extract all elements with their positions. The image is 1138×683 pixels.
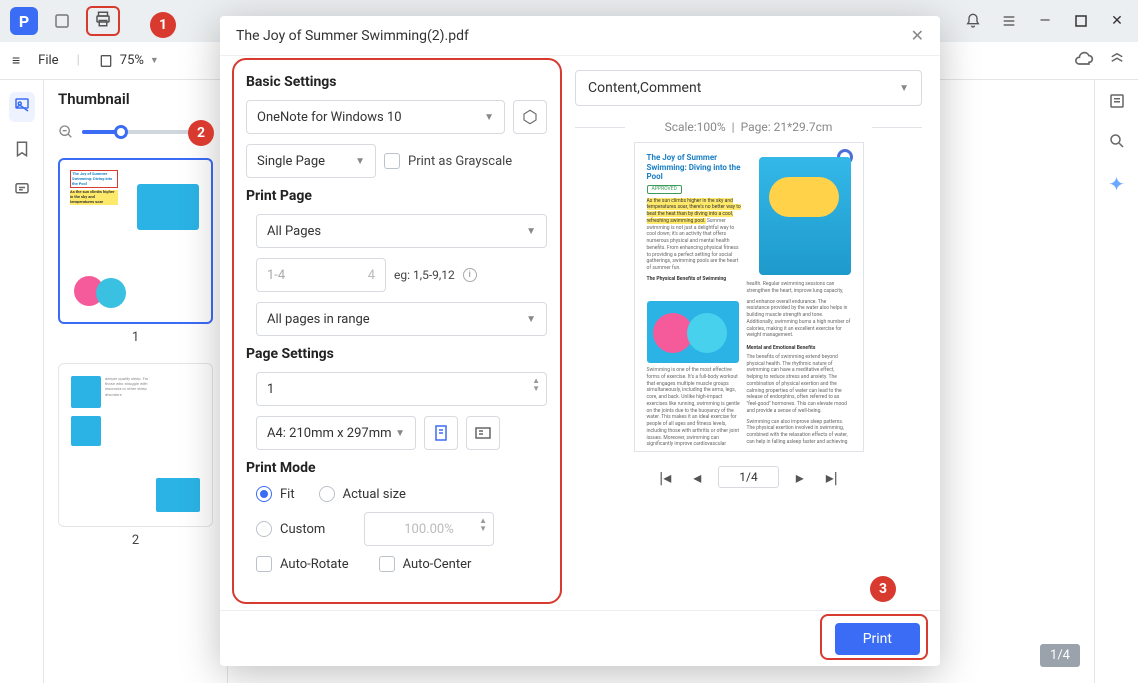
pager-prev-button[interactable]: ◂ <box>686 466 708 488</box>
print-dialog: The Joy of Summer Swimming(2).pdf ✕ Basi… <box>220 16 940 666</box>
ai-sparkle-icon[interactable]: ✦ <box>1108 172 1125 196</box>
orientation-portrait-button[interactable] <box>424 416 458 450</box>
page-settings-title: Page Settings <box>246 346 547 362</box>
auto-center-checkbox[interactable]: Auto-Center <box>379 556 472 572</box>
settings-column: Basic Settings OneNote for Windows 10▼ S… <box>220 56 565 610</box>
close-icon[interactable]: ✕ <box>911 26 924 45</box>
right-tool-rail: ✦ <box>1094 80 1138 683</box>
annotation-2: 2 <box>188 120 214 146</box>
properties-rail-icon[interactable] <box>1108 92 1126 114</box>
actual-size-radio[interactable]: Actual size <box>319 486 406 502</box>
dialog-footer: Print <box>220 610 940 666</box>
pager-count: 1/4 <box>718 466 778 488</box>
menu-icon[interactable] <box>998 10 1020 32</box>
file-menu[interactable]: File <box>38 53 58 68</box>
hamburger-icon[interactable]: ≡ <box>12 52 20 69</box>
left-tool-rail <box>0 80 44 683</box>
maximize-button[interactable] <box>1070 10 1092 32</box>
annotation-3: 3 <box>870 576 896 602</box>
copies-input[interactable]: 1 ▲▼ <box>256 372 547 406</box>
preview-page: The Joy of Summer Swimming: Diving into … <box>634 142 864 452</box>
page-range-input[interactable]: 1-4 4 <box>256 258 386 292</box>
preview-column: Content,Comment▼ Scale:100% | Page: 21*2… <box>565 56 940 610</box>
cloud-icon[interactable] <box>1074 49 1094 73</box>
pager-last-button[interactable]: ▸| <box>821 466 843 488</box>
print-page-title: Print Page <box>246 188 547 204</box>
search-rail-icon[interactable] <box>1108 132 1126 154</box>
page-range-example: eg: 1,5-9,12 <box>394 268 455 282</box>
pager-first-button[interactable]: |◂ <box>654 466 676 488</box>
page-range-select[interactable]: All Pages▼ <box>256 214 547 248</box>
printer-properties-button[interactable] <box>513 100 547 134</box>
bookmark-rail-icon[interactable] <box>13 140 31 162</box>
bell-icon[interactable] <box>962 10 984 32</box>
thumbnail-page-1[interactable]: The Joy of Summer Swimming: Diving into … <box>58 158 213 324</box>
custom-radio[interactable]: Custom <box>256 521 356 537</box>
grayscale-checkbox[interactable]: Print as Grayscale <box>384 153 512 169</box>
preview-content-select[interactable]: Content,Comment▼ <box>575 70 922 106</box>
page-view-select[interactable]: Single Page▼ <box>246 144 376 178</box>
close-window-button[interactable]: ✕ <box>1106 10 1128 32</box>
pool-image <box>759 157 851 275</box>
thumbnail-page-2[interactable]: deeper quality sleep. For those who stru… <box>58 363 213 527</box>
collapse-icon[interactable] <box>1108 50 1126 72</box>
info-icon[interactable]: i <box>463 268 477 282</box>
basic-settings-title: Basic Settings <box>246 74 547 90</box>
print-button[interactable]: Print <box>835 623 920 655</box>
thumbnail-2-label: 2 <box>58 533 213 548</box>
thumbnail-panel: Thumbnail The Joy of Summer Swimming: Di… <box>44 80 228 683</box>
pages-in-range-select[interactable]: All pages in range▼ <box>256 302 547 336</box>
comment-rail-icon[interactable] <box>13 180 31 202</box>
minimize-button[interactable]: — <box>1034 10 1056 32</box>
dialog-header: The Joy of Summer Swimming(2).pdf ✕ <box>220 16 940 56</box>
preview-pager: |◂ ◂ 1/4 ▸ ▸| <box>575 466 922 488</box>
rings-image <box>647 301 739 363</box>
scale-info: Scale:100% | Page: 21*29.7cm <box>575 120 922 134</box>
auto-rotate-checkbox[interactable]: Auto-Rotate <box>256 556 349 572</box>
custom-scale-input[interactable]: 100.00% ▲▼ <box>364 512 494 546</box>
annotation-1: 1 <box>150 12 176 38</box>
pager-next-button[interactable]: ▸ <box>789 466 811 488</box>
thumbnail-title: Thumbnail <box>58 90 213 108</box>
page-counter-badge: 1/4 <box>1040 644 1080 667</box>
zoom-control[interactable]: 75% ▼ <box>98 53 159 69</box>
paper-size-select[interactable]: A4: 210mm x 297mm▼ <box>256 416 416 450</box>
thumbnail-rail-icon[interactable] <box>9 92 35 122</box>
open-file-icon[interactable] <box>48 7 76 35</box>
thumbnail-1-label: 1 <box>58 330 213 345</box>
print-mode-title: Print Mode <box>246 460 547 476</box>
app-logo: P <box>10 7 38 35</box>
orientation-landscape-button[interactable] <box>466 416 500 450</box>
print-button-highlighted[interactable] <box>86 6 120 36</box>
fit-radio[interactable]: Fit <box>256 486 295 502</box>
dialog-title: The Joy of Summer Swimming(2).pdf <box>236 28 469 44</box>
printer-select[interactable]: OneNote for Windows 10▼ <box>246 100 505 134</box>
